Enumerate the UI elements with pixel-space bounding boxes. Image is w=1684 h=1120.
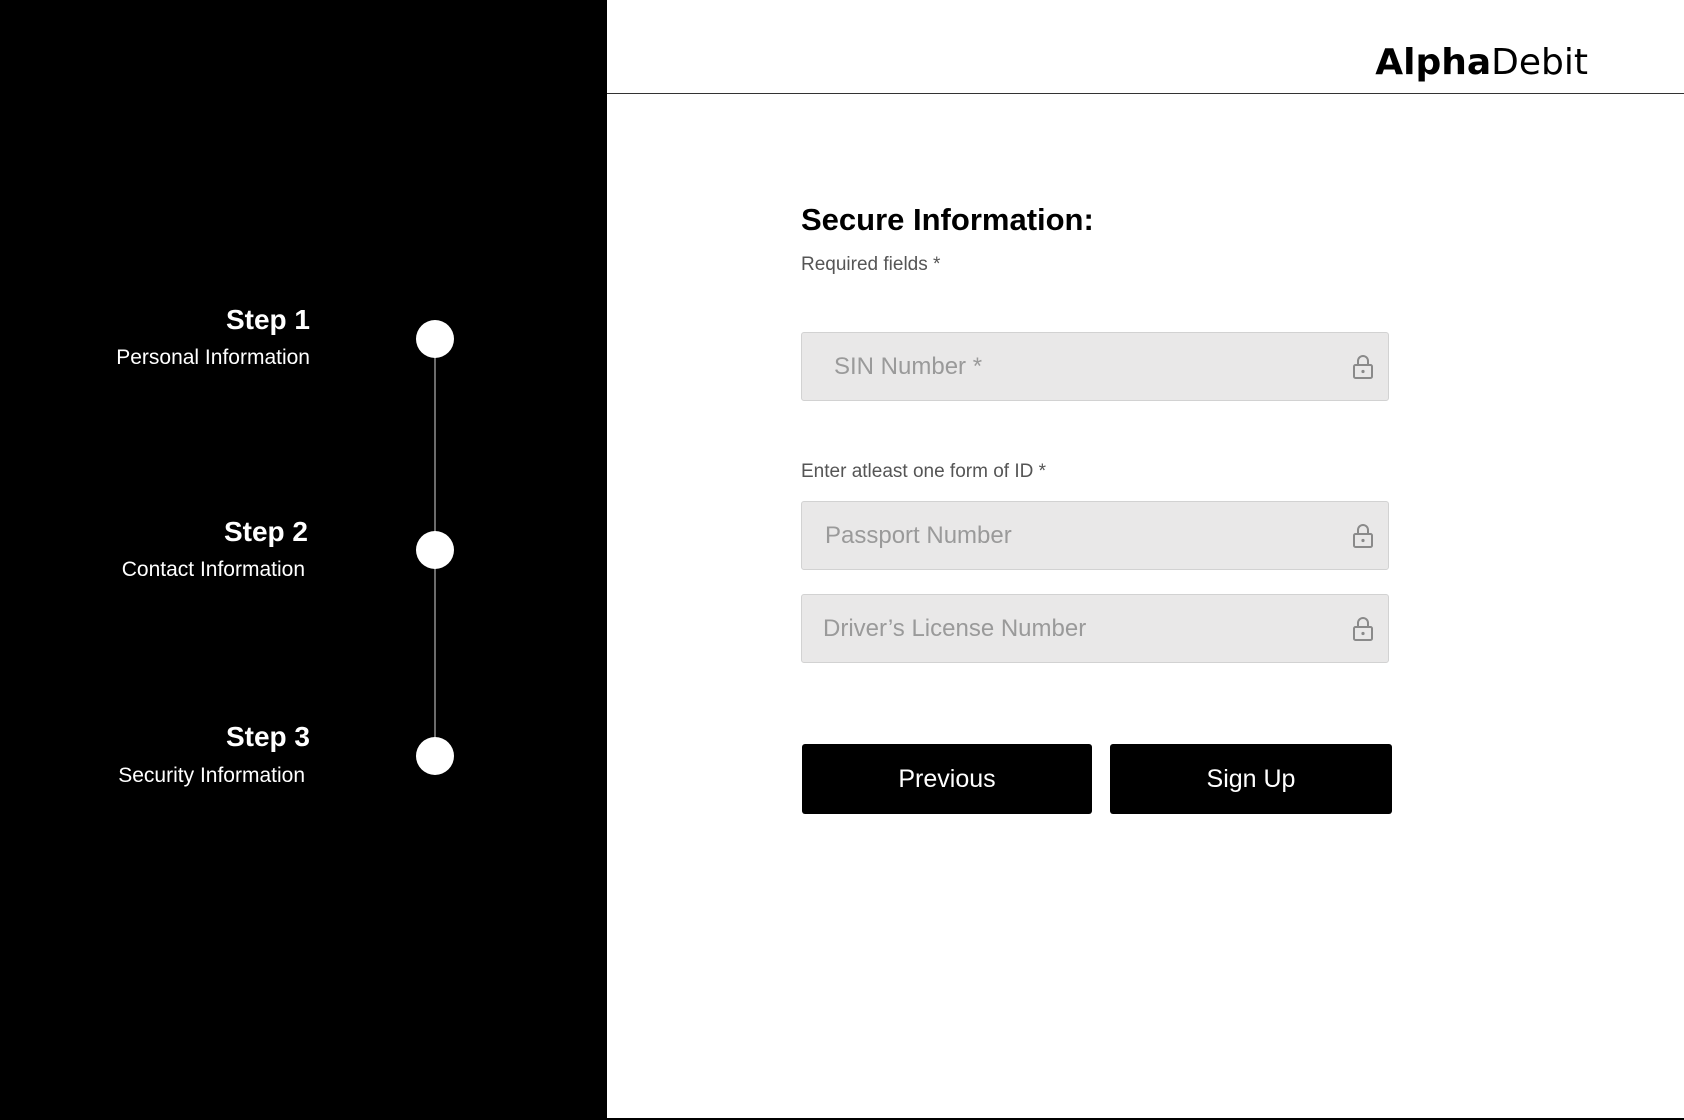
brand-name-regular: Debit — [1491, 42, 1588, 83]
lock-icon — [1353, 617, 1373, 641]
step-sidebar: Step 1 Personal Information Step 2 Conta… — [0, 0, 607, 1120]
form-title: Secure Information: — [801, 202, 1094, 237]
step-1-title: Step 1 — [225, 304, 310, 335]
step-3-subtitle: Security Information — [118, 764, 305, 787]
previous-button[interactable]: Previous — [802, 744, 1092, 814]
lock-icon — [1353, 355, 1373, 379]
step-1-subtitle: Personal Information — [116, 346, 310, 369]
brand-name-bold: Alpha — [1375, 42, 1492, 83]
step-2-title: Step 2 — [223, 516, 308, 547]
step-1-indicator — [416, 320, 454, 358]
required-fields-hint: Required fields * — [801, 254, 941, 275]
step-2-subtitle: Contact Information — [121, 558, 305, 581]
step-3-indicator — [416, 737, 454, 775]
step-3-title: Step 3 — [225, 721, 310, 752]
drivers-license-field[interactable] — [801, 594, 1389, 663]
sin-number-input[interactable] — [802, 333, 1388, 400]
brand-logo: AlphaDebit — [1375, 42, 1588, 83]
passport-number-input[interactable] — [802, 502, 1388, 569]
header-bar: AlphaDebit — [607, 0, 1684, 94]
sin-number-field[interactable] — [801, 332, 1389, 401]
passport-number-field[interactable] — [801, 501, 1389, 570]
lock-icon — [1353, 524, 1373, 548]
id-requirement-hint: Enter atleast one form of ID * — [801, 461, 1047, 482]
drivers-license-input[interactable] — [802, 595, 1388, 662]
step-2-indicator — [416, 531, 454, 569]
sign-up-button[interactable]: Sign Up — [1110, 744, 1392, 814]
